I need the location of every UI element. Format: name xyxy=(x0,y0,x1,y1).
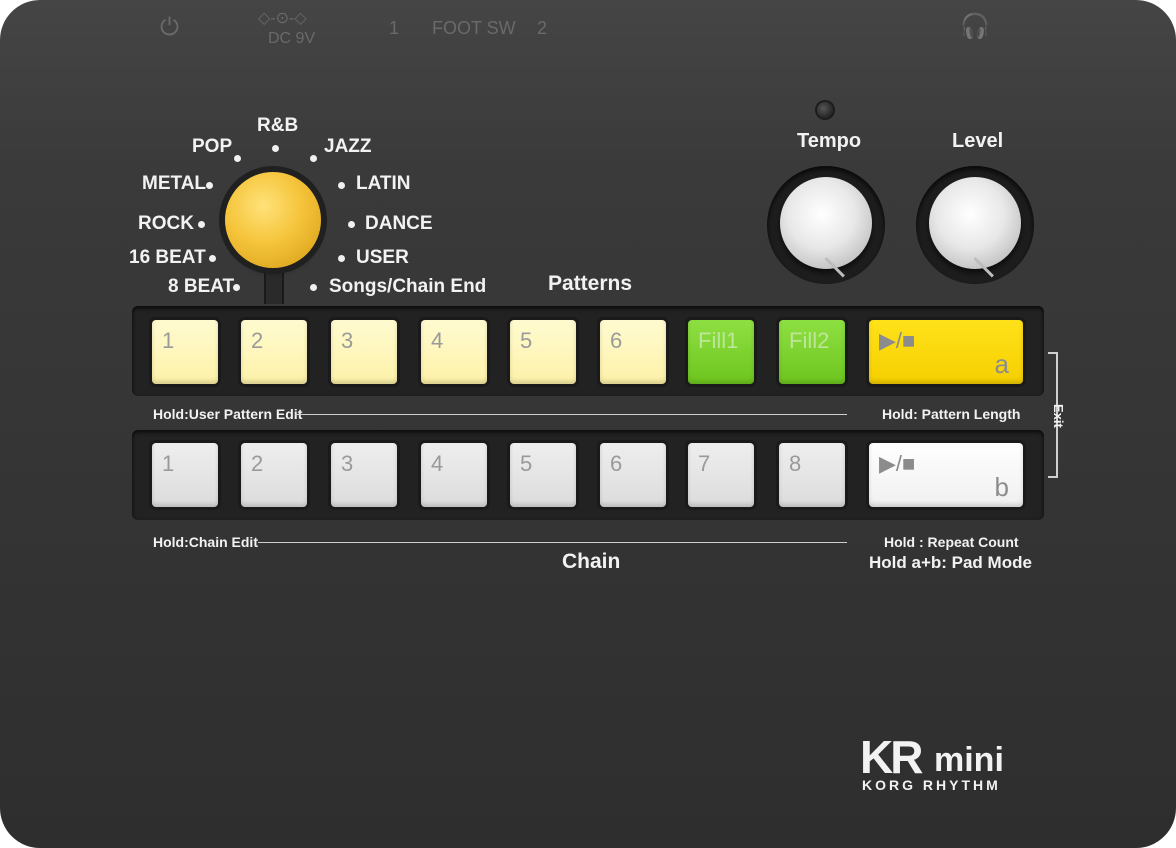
logo-mini: mini xyxy=(934,741,1004,779)
genre-label-user: USER xyxy=(356,247,409,268)
pattern-pad-2-label: 2 xyxy=(251,328,264,353)
play-stop-icon-a: ▶/■ xyxy=(879,328,916,353)
foot-sw-1-label: 1 xyxy=(389,18,400,38)
genre-label-metal: METAL xyxy=(142,173,207,194)
pattern-pad-5[interactable]: 5 xyxy=(510,320,576,384)
chain-pad-2-label: 2 xyxy=(251,451,264,476)
tempo-label: Tempo xyxy=(797,130,862,152)
chain-pad-4[interactable]: 4 xyxy=(421,443,487,507)
chain-pad-1-label: 1 xyxy=(162,451,175,476)
play-stop-b-button[interactable]: ▶/■ b xyxy=(869,443,1023,507)
genre-label-latin: LATIN xyxy=(356,173,411,194)
chain-hold-line xyxy=(258,542,847,543)
genre-label-jazz: JAZZ xyxy=(324,136,372,157)
chain-pad-2[interactable]: 2 xyxy=(241,443,307,507)
power-icon[interactable]: ⏻ xyxy=(160,14,179,42)
tempo-led xyxy=(817,102,833,118)
chain-pad-7[interactable]: 7 xyxy=(688,443,754,507)
dc-label: DC 9V xyxy=(268,30,316,47)
hold-user-pattern-edit-label: Hold:User Pattern Edit xyxy=(153,406,303,422)
fill1-pad[interactable]: Fill1 xyxy=(688,320,754,384)
chain-pad-5-label: 5 xyxy=(520,451,533,476)
genre-label-dance: DANCE xyxy=(365,213,433,234)
genre-label-rock: ROCK xyxy=(138,213,194,234)
genre-dot-metal xyxy=(206,182,213,189)
exit-label: Exit xyxy=(1051,404,1066,428)
genre-dot-pop xyxy=(234,155,241,162)
headphone-icon: 🎧 xyxy=(960,13,990,40)
foot-sw-label: FOOT SW xyxy=(432,18,516,38)
genre-dot-user xyxy=(338,255,345,262)
chain-pad-6[interactable]: 6 xyxy=(600,443,666,507)
hold-pattern-length-label: Hold: Pattern Length xyxy=(882,406,1021,422)
dc-jack-icon: ◇-⊙-◇ xyxy=(258,10,307,27)
pattern-pad-3[interactable]: 3 xyxy=(331,320,397,384)
genre-dot-rnb xyxy=(272,145,279,152)
patterns-title: Patterns xyxy=(548,272,633,295)
chain-pad-7-label: 7 xyxy=(698,451,711,476)
level-knob[interactable] xyxy=(929,177,1021,269)
genre-dot-jazz xyxy=(310,155,317,162)
chain-pad-8-label: 8 xyxy=(789,451,802,476)
genre-selector-knob[interactable] xyxy=(225,172,321,268)
pattern-pad-3-label: 3 xyxy=(341,328,354,353)
patterns-hold-line xyxy=(295,414,847,415)
pattern-pad-6[interactable]: 6 xyxy=(600,320,666,384)
fill2-pad-label: Fill2 xyxy=(789,328,830,353)
genre-dot-songs-chain-end xyxy=(310,284,317,291)
logo-kr: KR xyxy=(860,731,923,783)
pattern-pad-4-label: 4 xyxy=(431,328,444,353)
pattern-pad-6-label: 6 xyxy=(610,328,623,353)
fill2-pad[interactable]: Fill2 xyxy=(779,320,845,384)
genre-label-rnb: R&B xyxy=(257,115,299,136)
hold-repeat-count-label: Hold : Repeat Count xyxy=(884,534,1019,550)
level-label: Level xyxy=(952,130,1004,152)
genre-label-songs-chain-end: Songs/Chain End xyxy=(329,276,487,297)
pad-mode-label: Hold a+b: Pad Mode xyxy=(869,553,1032,572)
play-stop-a-sub-label: a xyxy=(994,349,1009,379)
pattern-pad-1[interactable]: 1 xyxy=(152,320,218,384)
pattern-pad-1-label: 1 xyxy=(162,328,175,353)
genre-label-16-beat: 16 BEAT xyxy=(129,247,206,268)
genre-dot-8-beat xyxy=(233,284,240,291)
chain-pad-4-label: 4 xyxy=(431,451,444,476)
genre-label-pop: POP xyxy=(192,136,233,157)
pattern-pad-2[interactable]: 2 xyxy=(241,320,307,384)
kr-mini-device: ⏻ ◇-⊙-◇ DC 9V 1 FOOT SW 2 🎧 8 BEAT 16 BE… xyxy=(0,0,1176,848)
genre-dot-rock xyxy=(198,221,205,228)
pattern-pad-5-label: 5 xyxy=(520,328,533,353)
chain-pad-3-label: 3 xyxy=(341,451,354,476)
genre-dot-latin xyxy=(338,182,345,189)
play-stop-a-button[interactable]: ▶/■ a xyxy=(869,320,1023,384)
genre-dot-dance xyxy=(348,221,355,228)
chain-pad-6-label: 6 xyxy=(610,451,623,476)
chain-pad-8[interactable]: 8 xyxy=(779,443,845,507)
genre-label-8-beat: 8 BEAT xyxy=(168,276,235,297)
foot-sw-2-label: 2 xyxy=(537,18,548,38)
hold-chain-edit-label: Hold:Chain Edit xyxy=(153,534,258,550)
chain-pad-1[interactable]: 1 xyxy=(152,443,218,507)
logo-korg-rhythm: KORG RHYTHM xyxy=(862,777,1001,793)
chain-pad-5[interactable]: 5 xyxy=(510,443,576,507)
fill1-pad-label: Fill1 xyxy=(698,328,739,353)
chain-title: Chain xyxy=(562,550,621,573)
play-stop-icon-b: ▶/■ xyxy=(879,451,916,476)
pattern-pad-4[interactable]: 4 xyxy=(421,320,487,384)
selector-stem xyxy=(264,264,284,304)
play-stop-b-sub-label: b xyxy=(994,472,1009,502)
genre-dot-16-beat xyxy=(209,255,216,262)
chain-pad-3[interactable]: 3 xyxy=(331,443,397,507)
tempo-knob[interactable] xyxy=(780,177,872,269)
